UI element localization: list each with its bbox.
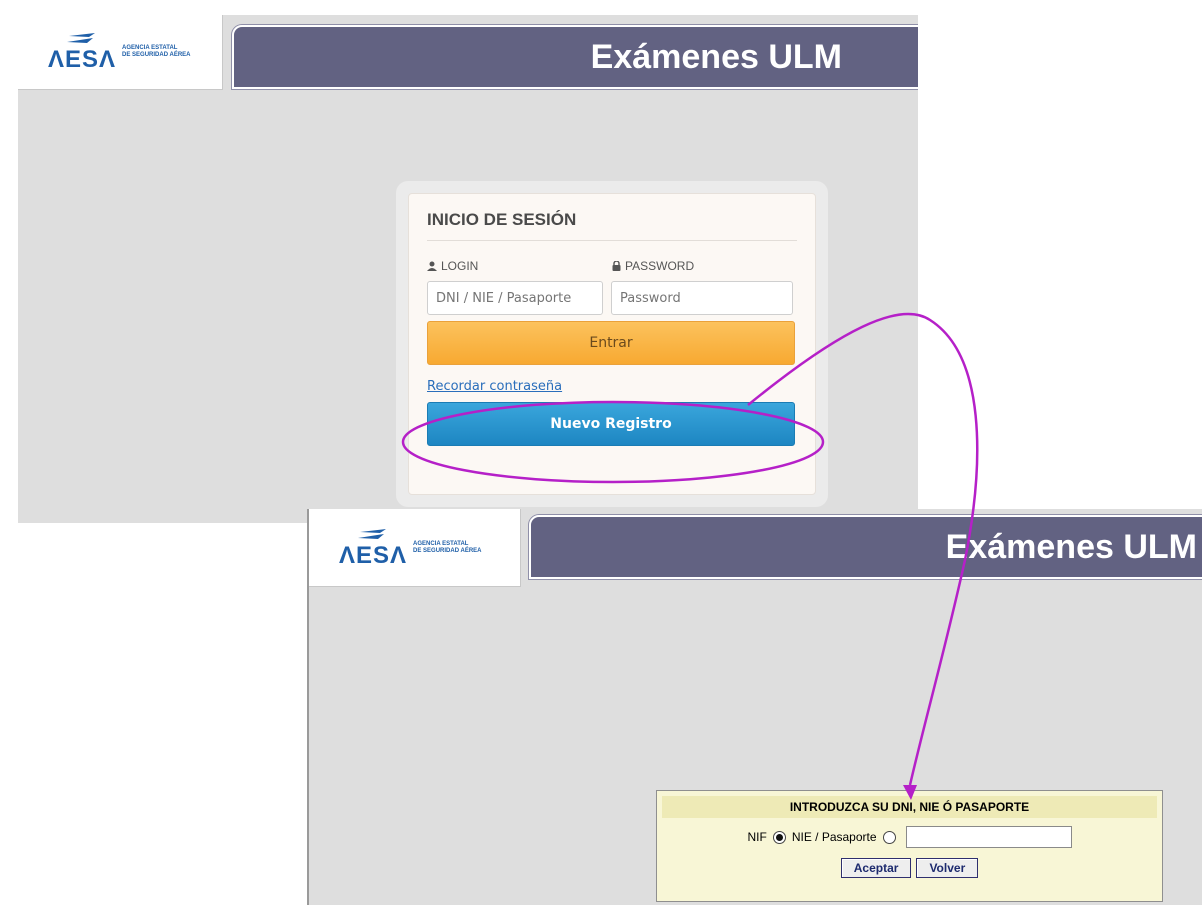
page-title: Exámenes ULM	[590, 37, 842, 76]
lock-icon	[612, 261, 621, 271]
header-title-bar: Exámenes ULM	[232, 25, 918, 89]
login-card-frame: INICIO DE SESIÓN LOGIN PASSWORD DNI / NI…	[396, 181, 828, 507]
logo-wordmark: ΛESΛ	[339, 541, 408, 569]
nie-radio[interactable]	[882, 830, 896, 844]
logo-wordmark: ΛESΛ	[48, 46, 117, 73]
password-label-text: PASSWORD	[625, 259, 695, 273]
password-label: PASSWORD	[612, 259, 694, 273]
page-title: Exámenes ULM	[945, 527, 1197, 566]
logo-line-2: DE SEGURIDAD AÉREA	[122, 52, 191, 58]
nie-option-label: NIE / Pasaporte	[791, 830, 877, 844]
logo-line-1: AGENCIA ESTATAL	[122, 45, 178, 51]
nif-radio[interactable]	[772, 830, 786, 844]
login-card: INICIO DE SESIÓN LOGIN PASSWORD DNI / NI…	[408, 193, 816, 495]
login-label: LOGIN	[427, 259, 612, 273]
logo-line-2: DE SEGURIDAD AÉREA	[413, 547, 482, 554]
login-screenshot: ΛESΛ AGENCIA ESTATAL DE SEGURIDAD AÉREA …	[18, 15, 918, 523]
nuevo-registro-button[interactable]: Nuevo Registro	[427, 402, 795, 446]
aesa-logo: ΛESΛ AGENCIA ESTATAL DE SEGURIDAD AÉREA	[18, 15, 223, 90]
password-input[interactable]	[611, 281, 793, 315]
login-input[interactable]	[427, 281, 603, 315]
dni-form-panel: INTRODUZCA SU DNI, NIE Ó PASAPORTE NIF N…	[656, 790, 1163, 902]
nif-option-label: NIF	[747, 830, 767, 844]
entrar-button[interactable]: Entrar	[427, 321, 795, 365]
remember-password-link[interactable]: Recordar contraseña	[427, 379, 797, 394]
aceptar-button[interactable]: Aceptar	[840, 858, 912, 878]
logo-line-1: AGENCIA ESTATAL	[413, 540, 469, 547]
dni-input[interactable]	[905, 826, 1072, 848]
login-label-text: LOGIN	[441, 259, 479, 273]
aesa-logo: ΛESΛ AGENCIA ESTATAL DE SEGURIDAD AÉREA	[309, 509, 521, 587]
registration-screenshot: ΛESΛ AGENCIA ESTATAL DE SEGURIDAD AÉREA …	[307, 509, 1202, 905]
volver-button[interactable]: Volver	[916, 858, 979, 878]
dni-form-title: INTRODUZCA SU DNI, NIE Ó PASAPORTE	[662, 796, 1157, 818]
user-icon	[427, 261, 437, 271]
header-title-bar: Exámenes ULM	[529, 515, 1202, 579]
login-heading: INICIO DE SESIÓN	[427, 210, 797, 241]
